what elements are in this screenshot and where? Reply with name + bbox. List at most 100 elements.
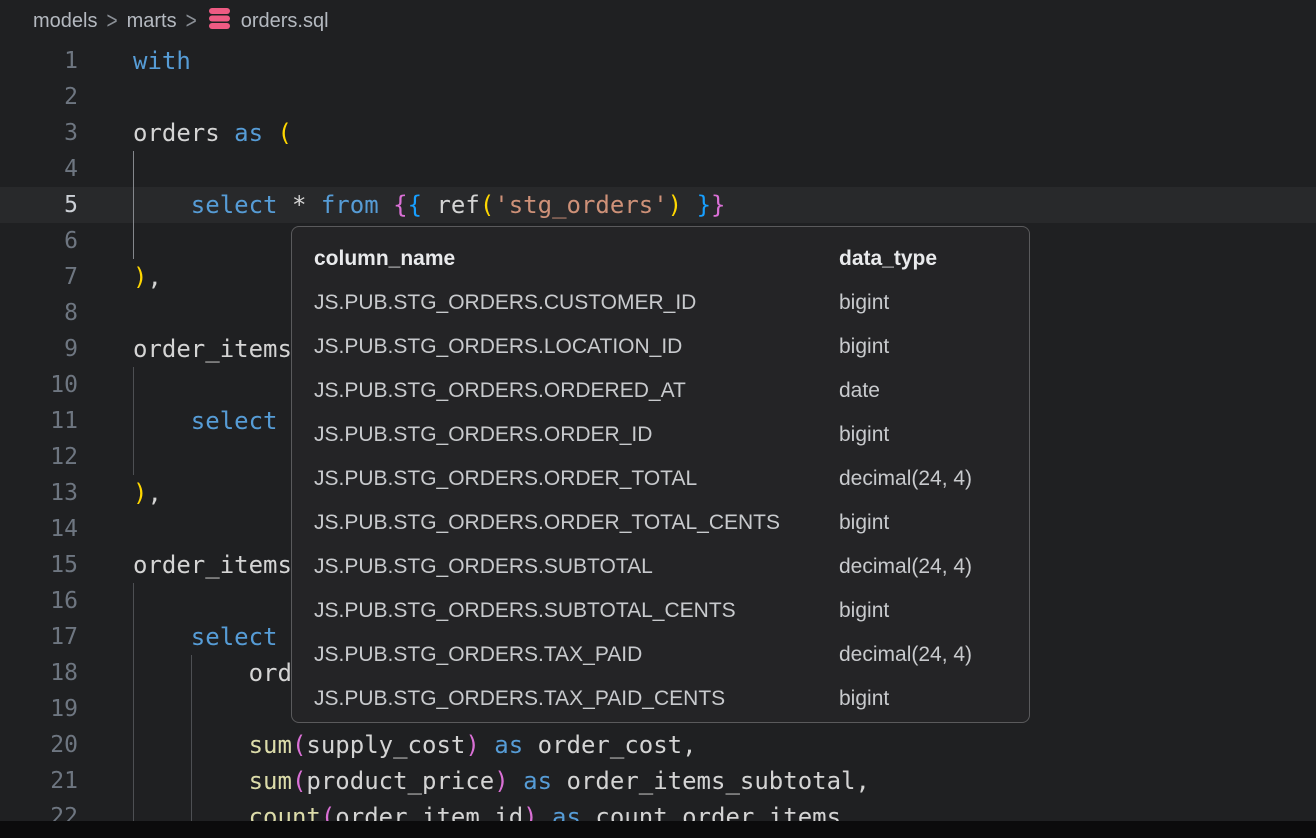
- indent-guide: [133, 151, 134, 187]
- code-token: ord: [249, 659, 292, 687]
- line-number[interactable]: 13: [0, 475, 78, 511]
- code-token: from: [321, 191, 379, 219]
- tooltip-column-name: JS.PUB.STG_ORDERS.CUSTOMER_ID: [314, 281, 839, 325]
- tooltip-data-type: bigint: [839, 325, 889, 369]
- tooltip-row: JS.PUB.STG_ORDERS.ORDER_TOTALdecimal(24,…: [292, 457, 1029, 501]
- code-token: as: [523, 767, 552, 795]
- code-text: ),: [133, 259, 162, 295]
- line-number[interactable]: 7: [0, 259, 78, 295]
- line-number[interactable]: 17: [0, 619, 78, 655]
- code-token: order_cost,: [538, 731, 697, 759]
- tooltip-row: JS.PUB.STG_ORDERS.ORDERED_ATdate: [292, 369, 1029, 413]
- code-text: sum(supply_cost) as order_cost,: [133, 727, 697, 763]
- code-token: ): [133, 263, 147, 291]
- line-number[interactable]: 12: [0, 439, 78, 475]
- tooltip-data-type: decimal(24, 4): [839, 633, 972, 677]
- line-number[interactable]: 6: [0, 223, 78, 259]
- tooltip-column-name: JS.PUB.STG_ORDERS.LOCATION_ID: [314, 325, 839, 369]
- code-token: [133, 731, 249, 759]
- indent-guide: [133, 439, 134, 475]
- tooltip-data-type: bigint: [839, 281, 889, 325]
- code-token: [220, 119, 234, 147]
- line-number[interactable]: 11: [0, 403, 78, 439]
- code-token: *: [292, 191, 306, 219]
- code-token: supply_cost: [306, 731, 465, 759]
- breadcrumb-item-marts[interactable]: marts: [127, 10, 177, 33]
- tooltip-column-name: JS.PUB.STG_ORDERS.SUBTOTAL: [314, 545, 839, 589]
- indent-guide: [133, 367, 134, 403]
- code-line[interactable]: 3 orders as (: [0, 115, 1316, 151]
- code-token: ): [668, 191, 682, 219]
- code-token: [263, 119, 277, 147]
- chevron-right-icon: >: [106, 8, 117, 36]
- code-token: ): [494, 767, 508, 795]
- code-token: as: [494, 731, 523, 759]
- line-number[interactable]: 16: [0, 583, 78, 619]
- tooltip-data-type: bigint: [839, 589, 889, 633]
- code-line[interactable]: 2: [0, 79, 1316, 115]
- code-token: orders: [133, 119, 220, 147]
- line-number[interactable]: 14: [0, 511, 78, 547]
- code-token: product_price: [306, 767, 494, 795]
- tooltip-row: JS.PUB.STG_ORDERS.TAX_PAID_CENTSbigint: [292, 677, 1029, 721]
- code-token: as: [234, 119, 263, 147]
- code-token: [306, 191, 320, 219]
- code-line[interactable]: 5 select * from {{ ref('stg_orders') }}: [0, 187, 1316, 223]
- line-number[interactable]: 9: [0, 331, 78, 367]
- code-token: [523, 731, 537, 759]
- line-number[interactable]: 15: [0, 547, 78, 583]
- code-token: (: [292, 731, 306, 759]
- tooltip-rows: JS.PUB.STG_ORDERS.CUSTOMER_IDbigintJS.PU…: [292, 281, 1029, 721]
- code-line[interactable]: 20 sum(supply_cost) as order_cost,: [0, 727, 1316, 763]
- code-token: ): [465, 731, 479, 759]
- tooltip-data-type: decimal(24, 4): [839, 457, 972, 501]
- indent-guide: [133, 583, 134, 619]
- code-token: }: [697, 191, 711, 219]
- code-line[interactable]: 21 sum(product_price) as order_items_sub…: [0, 763, 1316, 799]
- tooltip-row: JS.PUB.STG_ORDERS.CUSTOMER_IDbigint: [292, 281, 1029, 325]
- tooltip-data-type: date: [839, 369, 880, 413]
- line-number[interactable]: 4: [0, 151, 78, 187]
- chevron-right-icon: >: [186, 8, 197, 36]
- code-token: [133, 407, 191, 435]
- indent-guide: [191, 691, 192, 727]
- code-token: select: [191, 407, 278, 435]
- database-icon: [208, 6, 231, 37]
- code-token: 'stg_orders': [494, 191, 667, 219]
- code-line[interactable]: 4: [0, 151, 1316, 187]
- code-token: }: [711, 191, 725, 219]
- line-number[interactable]: 3: [0, 115, 78, 151]
- line-number[interactable]: 20: [0, 727, 78, 763]
- code-token: (: [278, 119, 292, 147]
- line-number[interactable]: 19: [0, 691, 78, 727]
- line-number[interactable]: 18: [0, 655, 78, 691]
- code-token: select: [191, 191, 278, 219]
- line-number[interactable]: 2: [0, 79, 78, 115]
- line-number[interactable]: 8: [0, 295, 78, 331]
- code-token: [379, 191, 393, 219]
- code-line[interactable]: 1with: [0, 43, 1316, 79]
- breadcrumb-item-models[interactable]: models: [33, 10, 97, 33]
- line-number[interactable]: 10: [0, 367, 78, 403]
- line-number[interactable]: 21: [0, 763, 78, 799]
- column-info-tooltip: column_name data_type JS.PUB.STG_ORDERS.…: [291, 226, 1030, 723]
- tooltip-column-name: JS.PUB.STG_ORDERS.ORDERED_AT: [314, 369, 839, 413]
- breadcrumb-file[interactable]: orders.sql: [241, 10, 329, 33]
- line-number[interactable]: 5: [0, 187, 78, 223]
- code-token: sum: [249, 731, 292, 759]
- code-text: sum(product_price) as order_items_subtot…: [133, 763, 870, 799]
- tooltip-row: JS.PUB.STG_ORDERS.SUBTOTALdecimal(24, 4): [292, 545, 1029, 589]
- tooltip-row: JS.PUB.STG_ORDERS.ORDER_IDbigint: [292, 413, 1029, 457]
- tooltip-data-type: bigint: [839, 413, 889, 457]
- code-text: ord: [133, 655, 292, 691]
- editor-bottom-edge: [0, 821, 1316, 838]
- code-token: [133, 767, 249, 795]
- code-token: (: [480, 191, 494, 219]
- code-text: ),: [133, 475, 162, 511]
- code-token: [552, 767, 566, 795]
- tooltip-row: JS.PUB.STG_ORDERS.LOCATION_IDbigint: [292, 325, 1029, 369]
- tooltip-column-name: JS.PUB.STG_ORDERS.TAX_PAID: [314, 633, 839, 677]
- code-token: [480, 731, 494, 759]
- code-token: [278, 191, 292, 219]
- line-number[interactable]: 1: [0, 43, 78, 79]
